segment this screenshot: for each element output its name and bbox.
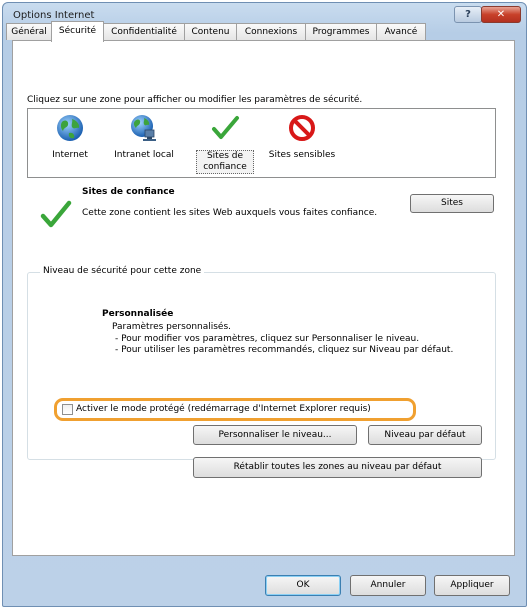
level-line: - Pour utiliser les paramètres recommand… — [115, 345, 454, 355]
security-level-group-label: Niveau de sécurité pour cette zone — [40, 266, 205, 276]
tab-general[interactable]: Général — [6, 23, 52, 40]
zone-internet[interactable]: Internet — [34, 113, 106, 161]
zone-sites-de-confiance[interactable]: Sites de confiance — [196, 113, 254, 174]
default-level-button[interactable]: Niveau par défaut — [368, 425, 482, 445]
selected-zone-description: Cette zone contient les sites Web auxque… — [82, 208, 378, 218]
security-level-description: Paramètres personnalisés. - Pour modifie… — [112, 322, 462, 357]
selected-zone-title: Sites de confiance — [82, 187, 175, 197]
level-line: Paramètres personnalisés. — [112, 322, 232, 332]
zone-label: Sites sensibles — [268, 150, 336, 160]
reset-all-zones-button[interactable]: Rétablir toutes les zones au niveau par … — [193, 457, 482, 478]
cancel-button[interactable]: Annuler — [350, 575, 426, 596]
zone-instruction: Cliquez sur une zone pour afficher ou mo… — [27, 95, 363, 105]
globe-icon — [57, 115, 83, 141]
tab-strip: Général Sécurité Confidentialité Contenu… — [6, 21, 466, 42]
close-button[interactable]: ✕ — [481, 6, 521, 23]
zone-sites-sensibles[interactable]: Sites sensibles — [266, 113, 338, 161]
security-level-title: Personnalisée — [102, 309, 174, 319]
tab-connexions[interactable]: Connexions — [236, 23, 306, 40]
apply-button[interactable]: Appliquer — [434, 575, 510, 596]
protected-mode-checkbox[interactable] — [62, 404, 73, 415]
zone-label: Sites de confiance — [196, 150, 254, 174]
zone-list: Internet Intranet local Sites de confian… — [27, 108, 496, 178]
protected-mode-label[interactable]: Activer le mode protégé (redémarrage d'I… — [76, 404, 371, 414]
custom-level-button[interactable]: Personnaliser le niveau... — [193, 425, 357, 445]
window-title: Options Internet — [13, 10, 95, 21]
zone-label: Intranet local — [114, 150, 174, 160]
prohibited-icon — [289, 115, 315, 141]
zone-label: Internet — [52, 150, 88, 160]
zone-intranet-local[interactable]: Intranet local — [108, 113, 180, 161]
tab-securite[interactable]: Sécurité — [51, 21, 104, 42]
trusted-sites-checkmark-icon — [40, 200, 72, 228]
tab-programmes[interactable]: Programmes — [305, 23, 377, 40]
sites-button[interactable]: Sites — [410, 194, 494, 213]
tab-avance[interactable]: Avancé — [376, 23, 426, 40]
tab-confidentialite[interactable]: Confidentialité — [103, 23, 185, 40]
ok-button[interactable]: OK — [265, 575, 341, 596]
checkmark-icon — [212, 116, 239, 139]
level-line: - Pour modifier vos paramètres, cliquez … — [115, 333, 420, 344]
tab-contenu[interactable]: Contenu — [184, 23, 237, 40]
intranet-globe-icon — [131, 115, 156, 141]
